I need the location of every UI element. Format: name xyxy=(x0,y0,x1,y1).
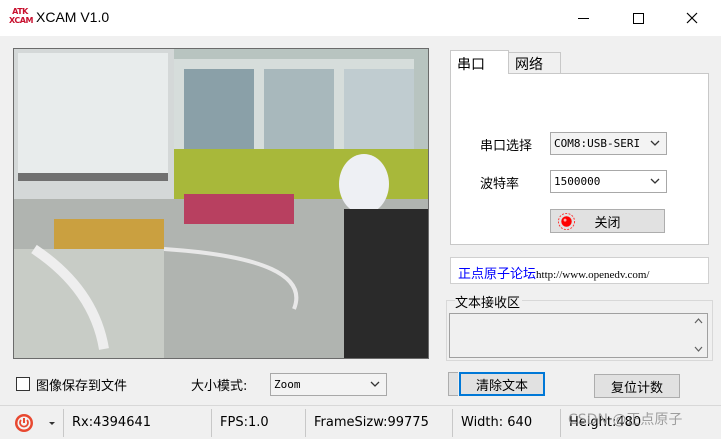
port-select-value: COM8:USB-SERI xyxy=(554,137,641,150)
forum-name: 正点原子论坛 xyxy=(458,267,537,282)
minimize-button[interactable] xyxy=(560,0,606,36)
close-port-label: 关闭 xyxy=(594,215,621,231)
size-mode-label: 大小模式: xyxy=(191,379,248,394)
baud-select-value: 1500000 xyxy=(554,175,601,188)
clear-text-button[interactable]: 清除文本 xyxy=(459,372,545,396)
app-logo-icon: ATK XCAM xyxy=(9,7,33,25)
baud-select[interactable]: 1500000 xyxy=(550,170,667,193)
dropdown-arrow-icon[interactable] xyxy=(46,417,58,429)
chevron-down-icon xyxy=(650,178,660,184)
frame-size: FrameSizw:99775 xyxy=(306,409,453,437)
minimize-icon xyxy=(577,17,589,19)
size-mode-select[interactable]: Zoom xyxy=(270,373,387,396)
close-window-button[interactable] xyxy=(669,0,715,36)
save-image-checkbox[interactable] xyxy=(16,377,30,391)
close-icon xyxy=(686,12,698,24)
tab-serial[interactable]: 串口 xyxy=(450,50,509,74)
forum-url: http://www.openedv.com/ xyxy=(536,269,650,281)
window-title: XCAM V1.0 xyxy=(36,9,110,25)
chevron-down-icon xyxy=(370,381,380,387)
tab-network[interactable]: 网络 xyxy=(508,52,561,73)
reset-count-button[interactable]: 复位计数 xyxy=(594,374,680,398)
chevron-down-icon xyxy=(650,140,660,146)
serial-panel: 串口选择 COM8:USB-SERI 波特率 1500000 关闭 xyxy=(450,73,709,245)
port-select[interactable]: COM8:USB-SERI xyxy=(550,132,667,155)
scroll-up-icon[interactable] xyxy=(693,317,704,325)
baud-label: 波特率 xyxy=(480,177,520,192)
rx-count: Rx:4394641 xyxy=(64,409,212,437)
size-mode-value: Zoom xyxy=(274,378,301,391)
camera-image xyxy=(14,49,428,358)
maximize-button[interactable] xyxy=(615,0,661,36)
fps-value: FPS:1.0 xyxy=(212,409,306,437)
image-width: Width: 640 xyxy=(453,409,561,437)
receive-group-label: 文本接收区 xyxy=(455,292,523,311)
clear-button-edge xyxy=(448,372,458,396)
scroll-down-icon[interactable] xyxy=(693,345,704,353)
receive-textarea[interactable] xyxy=(449,313,708,358)
receive-scrollbar[interactable] xyxy=(690,314,707,357)
port-label: 串口选择 xyxy=(480,139,533,154)
watermark: CSDN @正点原子 xyxy=(568,412,683,428)
status-power-cell[interactable] xyxy=(0,409,64,437)
power-icon[interactable] xyxy=(14,413,34,433)
maximize-icon xyxy=(632,12,644,24)
forum-link[interactable]: 正点原子论坛http://www.openedv.com/ xyxy=(450,257,709,284)
title-bar: ATK XCAM XCAM V1.0 xyxy=(0,0,721,36)
close-port-button[interactable]: 关闭 xyxy=(550,209,665,233)
camera-preview xyxy=(13,48,429,359)
status-led-icon xyxy=(557,212,576,231)
client-area: 串口 网络 串口选择 COM8:USB-SERI 波特率 1500000 关闭 … xyxy=(0,36,721,405)
save-image-label: 图像保存到文件 xyxy=(36,379,128,394)
